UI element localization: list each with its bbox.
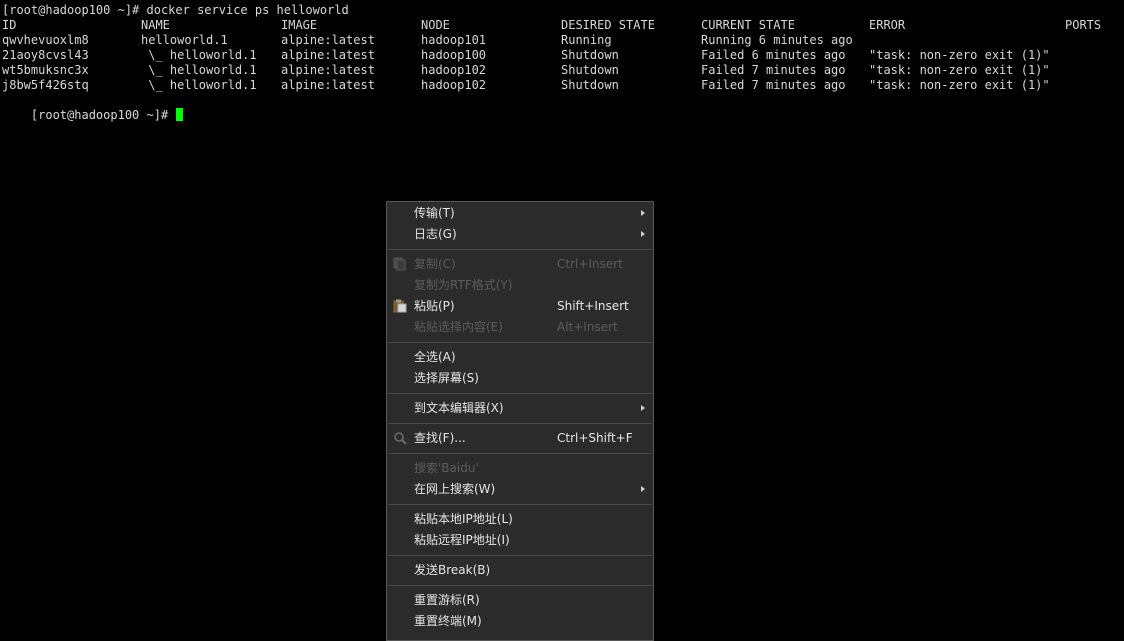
text-cursor xyxy=(176,108,184,121)
menu-separator xyxy=(388,504,652,505)
row-desired-state: Shutdown xyxy=(561,48,619,62)
menu-item-label: 查找(F)... xyxy=(414,431,466,445)
row-current-state: Failed 7 minutes ago xyxy=(701,63,846,77)
menu-separator xyxy=(388,555,652,556)
menu-item-search-web[interactable]: 在网上搜索(W) xyxy=(387,479,653,500)
menu-item-paste-remote-ip[interactable]: 粘贴远程IP地址(I) xyxy=(387,530,653,551)
row-error: "task: non-zero exit (1)" xyxy=(869,78,1050,92)
menu-item-paste[interactable]: 粘贴(P) Shift+Insert xyxy=(387,296,653,317)
menu-separator xyxy=(388,423,652,424)
menu-item-label: 粘贴选择内容(E) xyxy=(414,320,503,334)
header-error: ERROR xyxy=(869,18,906,32)
row-id: 21aoy8cvsl43 xyxy=(2,48,89,62)
menu-item-paste-selection[interactable]: 粘贴选择内容(E) Alt+Insert xyxy=(387,317,653,338)
menu-item-label: 全选(A) xyxy=(414,350,456,364)
menu-item-label: 粘贴(P) xyxy=(414,299,455,313)
row-name: \_ helloworld.1 xyxy=(141,63,257,77)
row-current-state: Running 6 minutes ago xyxy=(701,33,853,47)
menu-separator xyxy=(388,393,652,394)
row-error: "task: non-zero exit (1)" xyxy=(869,63,1050,77)
row-current-state: Failed 6 minutes ago xyxy=(701,48,846,62)
row-desired-state: Shutdown xyxy=(561,63,619,77)
menu-item-label: 发送Break(B) xyxy=(414,563,491,577)
copy-icon xyxy=(393,257,407,271)
context-menu: 传输(T) 日志(G) 复制(C) Ctrl+Insert 复制为RTF格式(Y… xyxy=(386,201,654,641)
header-node: NODE xyxy=(421,18,450,32)
terminal-window[interactable]: [root@hadoop100 ~]# docker service ps he… xyxy=(0,0,1124,641)
row-image: alpine:latest xyxy=(281,78,375,92)
menu-item-label: 在网上搜索(W) xyxy=(414,482,496,496)
menu-item-label: 传输(T) xyxy=(414,206,455,220)
row-image: alpine:latest xyxy=(281,63,375,77)
menu-item-copy-rtf[interactable]: 复制为RTF格式(Y) xyxy=(387,275,653,296)
menu-item-shortcut: Alt+Insert xyxy=(557,320,618,334)
menu-item-to-text-editor[interactable]: 到文本编辑器(X) xyxy=(387,398,653,419)
menu-item-label: 复制(C) xyxy=(414,257,456,271)
table-row: j8bw5f426stq \_ helloworld.1 alpine:late… xyxy=(2,78,1050,93)
table-row: 21aoy8cvsl43 \_ helloworld.1 alpine:late… xyxy=(2,48,1050,63)
table-row: qwvhevuoxlm8 helloworld.1 alpine:latest … xyxy=(2,33,853,48)
menu-item-find[interactable]: 查找(F)... Ctrl+Shift+F xyxy=(387,428,653,449)
row-desired-state: Running xyxy=(561,33,612,47)
row-id: wt5bmuksnc3x xyxy=(2,63,89,77)
prompt-line[interactable]: [root@hadoop100 ~]# xyxy=(2,93,184,122)
menu-item-copy[interactable]: 复制(C) Ctrl+Insert xyxy=(387,254,653,275)
shell-prompt: [root@hadoop100 ~]# xyxy=(30,108,176,122)
menu-item-paste-local-ip[interactable]: 粘贴本地IP地址(L) xyxy=(387,509,653,530)
menu-item-label: 选择屏幕(S) xyxy=(414,371,479,385)
row-image: alpine:latest xyxy=(281,33,375,47)
submenu-arrow-icon xyxy=(641,486,645,492)
menu-item-log[interactable]: 日志(G) xyxy=(387,224,653,245)
submenu-arrow-icon xyxy=(641,210,645,216)
row-current-state: Failed 7 minutes ago xyxy=(701,78,846,92)
row-node: hadoop102 xyxy=(421,63,487,77)
menu-item-label: 日志(G) xyxy=(414,227,457,241)
menu-item-label: 搜索'Baidu' xyxy=(414,461,479,475)
menu-item-label: 到文本编辑器(X) xyxy=(414,401,504,415)
row-name: \_ helloworld.1 xyxy=(141,48,257,62)
submenu-arrow-icon xyxy=(641,231,645,237)
search-icon xyxy=(393,431,407,445)
row-id: j8bw5f426stq xyxy=(2,78,89,92)
header-id: ID xyxy=(2,18,17,32)
header-current-state: CURRENT STATE xyxy=(701,18,795,32)
menu-item-transfer[interactable]: 传输(T) xyxy=(387,203,653,224)
row-name: helloworld.1 xyxy=(141,33,228,47)
row-name: \_ helloworld.1 xyxy=(141,78,257,92)
menu-item-label: 复制为RTF格式(Y) xyxy=(414,278,513,292)
menu-item-label: 粘贴远程IP地址(I) xyxy=(414,533,510,547)
row-node: hadoop102 xyxy=(421,78,487,92)
row-error: "task: non-zero exit (1)" xyxy=(869,48,1050,62)
menu-separator xyxy=(388,342,652,343)
header-name: NAME xyxy=(141,18,170,32)
row-desired-state: Shutdown xyxy=(561,78,619,92)
menu-item-label: 重置终端(M) xyxy=(414,614,482,628)
menu-item-shortcut: Ctrl+Insert xyxy=(557,257,623,271)
header-ports: PORTS xyxy=(1065,18,1102,32)
header-image: IMAGE xyxy=(281,18,318,32)
header-desired-state: DESIRED STATE xyxy=(561,18,655,32)
menu-item-reset-terminal[interactable]: 重置终端(M) xyxy=(387,611,653,632)
table-row: wt5bmuksnc3x \_ helloworld.1 alpine:late… xyxy=(2,63,1050,78)
menu-item-search-baidu[interactable]: 搜索'Baidu' xyxy=(387,458,653,479)
menu-item-label: 粘贴本地IP地址(L) xyxy=(414,512,513,526)
menu-item-send-break[interactable]: 发送Break(B) xyxy=(387,560,653,581)
row-id: qwvhevuoxlm8 xyxy=(2,33,89,47)
menu-item-select-all[interactable]: 全选(A) xyxy=(387,347,653,368)
row-node: hadoop101 xyxy=(421,33,487,47)
menu-separator xyxy=(388,249,652,250)
menu-item-select-screen[interactable]: 选择屏幕(S) xyxy=(387,368,653,389)
table-header: ID NAME IMAGE NODE DESIRED STATE CURRENT… xyxy=(2,18,1101,33)
menu-item-label: 重置游标(R) xyxy=(414,593,480,607)
menu-item-reset-cursor[interactable]: 重置游标(R) xyxy=(387,590,653,611)
row-image: alpine:latest xyxy=(281,48,375,62)
paste-icon xyxy=(393,299,407,313)
submenu-arrow-icon xyxy=(641,405,645,411)
menu-item-shortcut: Shift+Insert xyxy=(557,299,629,313)
menu-separator xyxy=(388,585,652,586)
menu-separator xyxy=(388,453,652,454)
menu-item-shortcut: Ctrl+Shift+F xyxy=(557,431,633,445)
row-node: hadoop100 xyxy=(421,48,487,62)
command-line: [root@hadoop100 ~]# docker service ps he… xyxy=(2,3,349,17)
